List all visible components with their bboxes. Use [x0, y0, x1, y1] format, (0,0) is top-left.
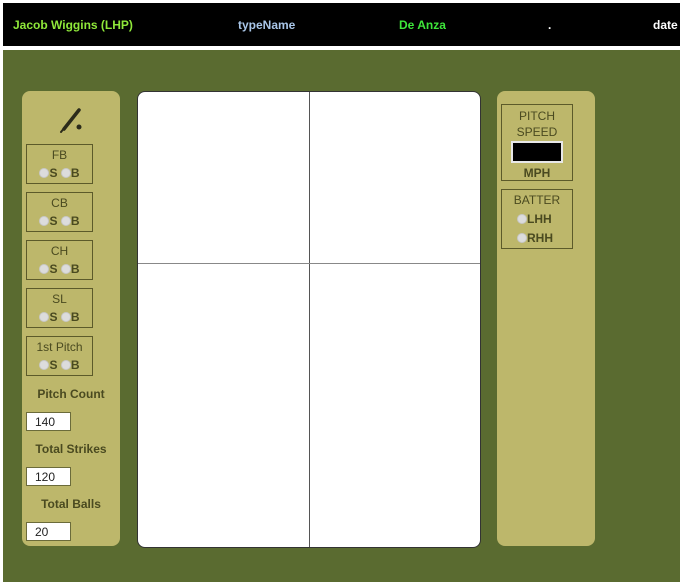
strike-label: S: [49, 262, 58, 276]
pitch-speed-box: PITCH SPEED MPH: [501, 104, 573, 181]
strike-label: S: [49, 166, 58, 180]
speed-unit-label: MPH: [523, 166, 551, 180]
baseball-bat-icon: [60, 108, 82, 133]
batter-label: BATTER: [513, 193, 561, 207]
pitch-speed-label-line1: PITCH: [519, 109, 555, 123]
pitch-type-panel: FB S B CB S B CH S B SL S B 1st Pitch S …: [22, 91, 120, 546]
strike-radio-ch[interactable]: [39, 264, 50, 274]
header-separator: .: [548, 18, 552, 32]
type-name: typeName: [238, 18, 296, 32]
ball-radio-ch[interactable]: [60, 264, 71, 274]
strike-label: S: [49, 310, 58, 324]
pitch-count-label: Pitch Count: [37, 387, 105, 401]
ball-label: B: [70, 166, 80, 180]
ball-label: B: [70, 310, 80, 324]
strike-radio-sl[interactable]: [39, 312, 50, 322]
rhh-radio[interactable]: [517, 233, 527, 243]
rhh-label: RHH: [527, 231, 553, 245]
lhh-label: LHH: [527, 212, 552, 226]
pitch-box-cb: CB S B: [26, 192, 93, 232]
pitch-box-sl: SL S B: [26, 288, 93, 328]
pitch-count-field[interactable]: 140: [26, 412, 71, 431]
ball-label: B: [70, 358, 80, 372]
pitch-label-fb: FB: [51, 148, 68, 162]
strike-radio-fb[interactable]: [39, 168, 50, 178]
lhh-radio[interactable]: [517, 214, 527, 224]
pitcher-name: Jacob Wiggins (LHP): [13, 18, 133, 32]
total-strikes-label: Total Strikes: [35, 442, 107, 456]
pitch-box-first-pitch: 1st Pitch S B: [26, 336, 93, 376]
batter-box: BATTER LHH RHH: [501, 189, 573, 249]
strike-radio-first-pitch[interactable]: [39, 360, 50, 370]
pitch-label-sl: SL: [52, 292, 67, 306]
pitch-box-ch: CH S B: [26, 240, 93, 280]
ball-radio-cb[interactable]: [60, 216, 71, 226]
strike-zone-canvas[interactable]: [137, 91, 481, 548]
total-strikes-field[interactable]: 120: [26, 467, 71, 486]
pitch-info-panel: PITCH SPEED MPH BATTER LHH RHH: [497, 91, 595, 546]
strike-label: S: [49, 214, 58, 228]
zone-vertical-divider: [309, 92, 310, 547]
header-bar: Jacob Wiggins (LHP) typeName De Anza . d…: [3, 3, 680, 46]
pitch-label-cb: CB: [51, 196, 68, 210]
total-balls-field[interactable]: 20: [26, 522, 71, 541]
zone-horizontal-divider: [138, 263, 480, 264]
ball-label: B: [70, 214, 80, 228]
team-name: De Anza: [399, 18, 446, 32]
ball-radio-sl[interactable]: [60, 312, 71, 322]
pitch-label-ch: CH: [50, 244, 69, 258]
ball-radio-fb[interactable]: [60, 168, 71, 178]
pitch-box-fb: FB S B: [26, 144, 93, 184]
pitch-speed-input[interactable]: [511, 141, 563, 163]
total-balls-label: Total Balls: [41, 497, 101, 511]
pitch-speed-label-line2: SPEED: [516, 125, 558, 139]
pitch-label-first-pitch: 1st Pitch: [36, 340, 83, 354]
strike-radio-cb[interactable]: [39, 216, 50, 226]
ball-radio-first-pitch[interactable]: [60, 360, 71, 370]
strike-label: S: [49, 358, 58, 372]
ball-label: B: [70, 262, 80, 276]
header-date: date: [653, 18, 678, 32]
